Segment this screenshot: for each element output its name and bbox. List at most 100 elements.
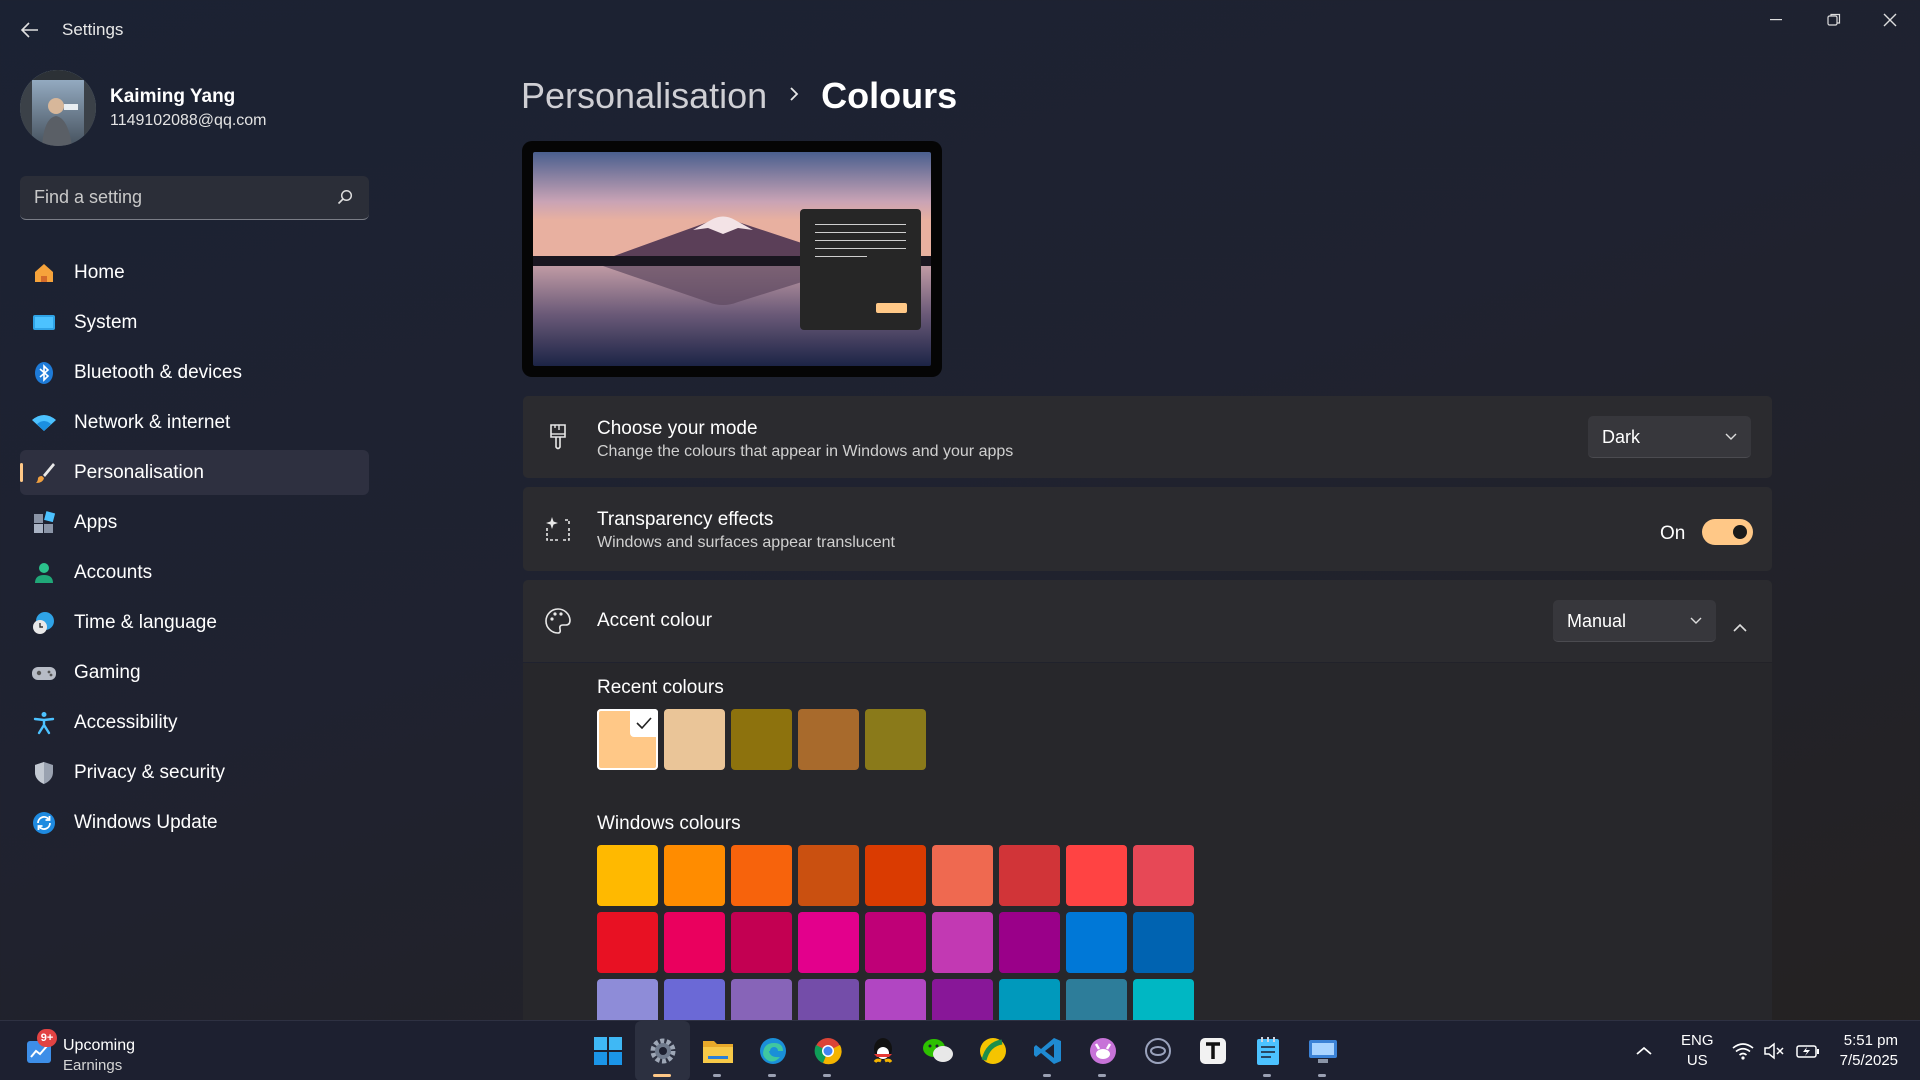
taskbar-typora[interactable] xyxy=(1185,1021,1240,1080)
sidebar-item-system[interactable]: System xyxy=(20,300,369,345)
search-box[interactable] xyxy=(20,176,369,220)
windows-colour-swatch[interactable] xyxy=(1066,845,1127,906)
edge-icon xyxy=(759,1038,786,1064)
sparkle-frame-icon xyxy=(543,514,573,544)
show-hidden-icons-button[interactable] xyxy=(1636,1021,1652,1080)
recent-colour-swatch[interactable] xyxy=(664,709,725,770)
restore-button[interactable] xyxy=(1806,0,1862,40)
chevron-up-icon xyxy=(1733,623,1747,632)
sidebar-item-gaming[interactable]: Gaming xyxy=(20,650,369,695)
sidebar-item-label: Time & language xyxy=(74,611,217,633)
recent-colour-swatch[interactable] xyxy=(865,709,926,770)
mode-title: Choose your mode xyxy=(597,418,758,439)
avatar xyxy=(20,70,96,146)
transparency-title: Transparency effects xyxy=(597,509,774,530)
mode-subtitle: Change the colours that appear in Window… xyxy=(597,443,1014,460)
quick-settings-button[interactable] xyxy=(1732,1021,1820,1080)
taskbar-file-explorer[interactable] xyxy=(690,1021,745,1080)
breadcrumb-parent-link[interactable]: Personalisation xyxy=(521,75,767,117)
sidebar-item-label: Network & internet xyxy=(74,411,231,433)
sidebar-item-label: Bluetooth & devices xyxy=(74,361,242,383)
user-profile[interactable]: Kaiming Yang 1149102088@qq.com xyxy=(20,70,360,146)
sidebar-item-label: Windows Update xyxy=(74,811,218,833)
taskbar-vscode[interactable] xyxy=(1020,1021,1075,1080)
mode-dropdown[interactable]: Dark xyxy=(1588,416,1751,458)
windows-colour-swatch[interactable] xyxy=(798,845,859,906)
sidebar-item-label: System xyxy=(74,311,138,333)
windows-colour-swatch[interactable] xyxy=(597,912,658,973)
back-button[interactable] xyxy=(14,14,46,46)
sidebar-nav: Home System Bluetooth & devices Network … xyxy=(20,250,369,850)
windows-colour-swatch[interactable] xyxy=(731,845,792,906)
windows-colour-swatch[interactable] xyxy=(664,912,725,973)
volume-muted-icon xyxy=(1764,1042,1784,1060)
sidebar-item-accounts[interactable]: Accounts xyxy=(20,550,369,595)
sidebar-item-time-language[interactable]: Time & language xyxy=(20,600,369,645)
windows-colour-swatch[interactable] xyxy=(932,845,993,906)
recent-colour-swatch[interactable] xyxy=(731,709,792,770)
windows-colour-swatch[interactable] xyxy=(1133,845,1194,906)
taskbar-qq[interactable] xyxy=(855,1021,910,1080)
sidebar-item-network[interactable]: Network & internet xyxy=(20,400,369,445)
search-input[interactable] xyxy=(34,176,334,219)
taskbar-cat-app[interactable] xyxy=(1075,1021,1130,1080)
widget-subtitle: Earnings xyxy=(63,1057,123,1074)
taskbar-chrome[interactable] xyxy=(800,1021,855,1080)
qq-icon xyxy=(873,1038,892,1063)
taskbar-start-button[interactable] xyxy=(580,1021,635,1080)
close-button[interactable] xyxy=(1862,0,1918,40)
widgets-button[interactable]: 9+ Upcoming Earnings xyxy=(24,1029,164,1074)
windows-colour-swatch[interactable] xyxy=(865,845,926,906)
user-email: 1149102088@qq.com xyxy=(110,112,267,129)
sidebar-item-windows-update[interactable]: Windows Update xyxy=(20,800,369,845)
taskbar-linux-do[interactable] xyxy=(965,1021,1020,1080)
sidebar-item-apps[interactable]: Apps xyxy=(20,500,369,545)
recent-colour-swatch[interactable] xyxy=(798,709,859,770)
title-bar: Settings xyxy=(0,0,1920,62)
transparency-toggle[interactable] xyxy=(1702,519,1753,545)
sidebar-item-personalisation[interactable]: Personalisation xyxy=(20,450,369,495)
taskbar-settings[interactable] xyxy=(635,1021,690,1080)
transparency-subtitle: Windows and surfaces appear translucent xyxy=(597,534,895,551)
taskbar-edge[interactable] xyxy=(745,1021,800,1080)
windows-colour-swatch[interactable] xyxy=(865,912,926,973)
windows-colour-swatch[interactable] xyxy=(932,912,993,973)
minimize-button[interactable] xyxy=(1748,0,1804,40)
cat-app-icon xyxy=(1089,1038,1116,1064)
language-indicator[interactable]: ENG US xyxy=(1681,1031,1714,1071)
sidebar-item-privacy[interactable]: Privacy & security xyxy=(20,750,369,795)
taskbar-eye-app[interactable] xyxy=(1130,1021,1185,1080)
mode-setting-card: Choose your mode Change the colours that… xyxy=(523,396,1772,478)
restore-icon xyxy=(1827,13,1841,26)
sidebar-item-accessibility[interactable]: Accessibility xyxy=(20,700,369,745)
taskbar-wechat[interactable] xyxy=(910,1021,965,1080)
sidebar-item-label: Privacy & security xyxy=(74,761,225,783)
taskbar-notepad[interactable] xyxy=(1240,1021,1295,1080)
sidebar-item-bluetooth[interactable]: Bluetooth & devices xyxy=(20,350,369,395)
account-icon xyxy=(31,560,57,586)
taskbar-apps xyxy=(580,1021,1350,1080)
chevron-right-icon xyxy=(789,86,799,107)
windows-colours-label: Windows colours xyxy=(597,813,741,834)
accent-setting-card[interactable]: Accent colour Manual xyxy=(523,580,1772,662)
chevron-down-icon xyxy=(1690,617,1702,624)
windows-colour-swatch[interactable] xyxy=(731,912,792,973)
recent-colour-swatch[interactable] xyxy=(597,709,658,770)
clock[interactable]: 5:51 pm 7/5/2025 xyxy=(1840,1031,1898,1071)
mode-dropdown-value: Dark xyxy=(1602,427,1641,447)
windows-colour-swatch[interactable] xyxy=(999,845,1060,906)
sidebar-item-home[interactable]: Home xyxy=(20,250,369,295)
preview-window xyxy=(800,209,921,330)
windows-colour-swatch[interactable] xyxy=(597,845,658,906)
windows-colour-swatch[interactable] xyxy=(1133,912,1194,973)
windows-colour-swatch[interactable] xyxy=(664,845,725,906)
windows-colour-swatch[interactable] xyxy=(1066,912,1127,973)
windows-colour-swatch[interactable] xyxy=(999,912,1060,973)
collapse-button[interactable] xyxy=(1722,610,1758,646)
taskbar-remote-desktop[interactable] xyxy=(1295,1021,1350,1080)
page-title: Colours xyxy=(821,75,958,116)
accent-dropdown[interactable]: Manual xyxy=(1553,600,1716,642)
brush-palette-icon xyxy=(543,422,573,452)
windows-colour-swatch[interactable] xyxy=(798,912,859,973)
wechat-icon xyxy=(922,1039,953,1062)
